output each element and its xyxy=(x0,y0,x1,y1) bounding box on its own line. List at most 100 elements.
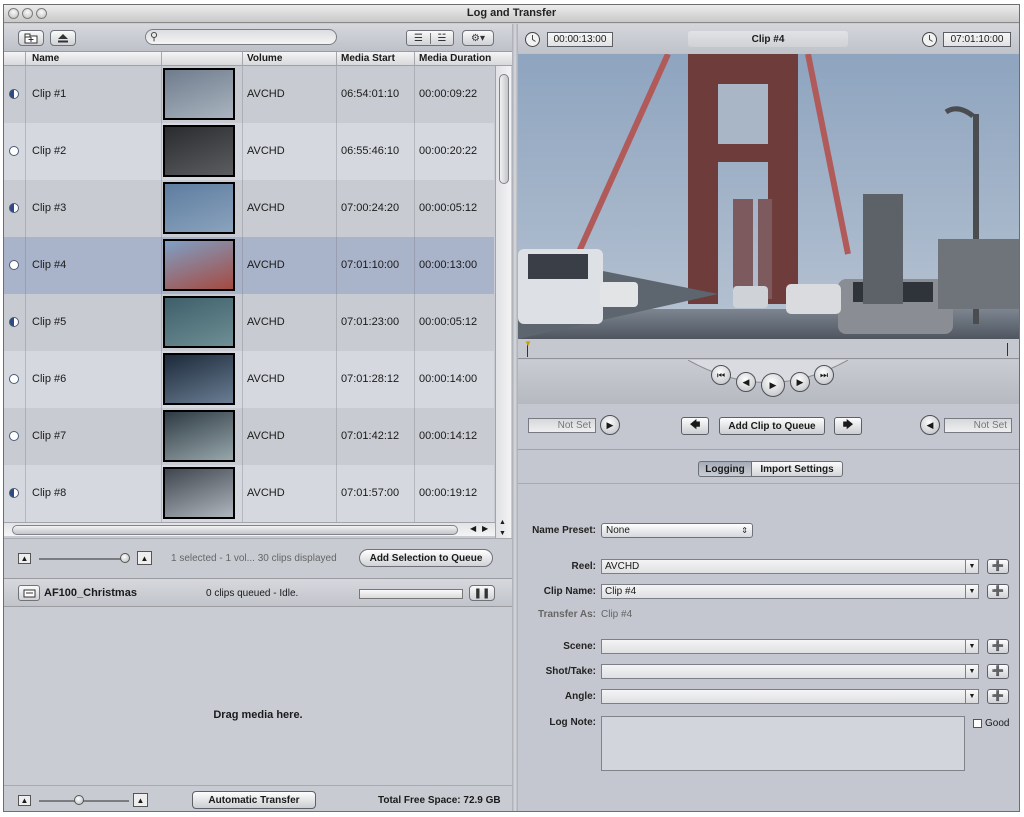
clip-volume: AVCHD xyxy=(247,202,285,214)
pause-button[interactable]: ❚❚ xyxy=(469,585,495,601)
clip-name-value: Clip #4 xyxy=(605,586,637,597)
scene-dropdown-icon[interactable]: ▼ xyxy=(965,640,978,653)
clip-row[interactable]: Clip #5 AVCHD 07:01:23:00 00:00:05:12 xyxy=(4,294,494,351)
transport-controls: ⏮ ◀ ▶ ▶ ⏭ xyxy=(518,360,1019,404)
action-menu-button[interactable]: ⚙▾ xyxy=(462,30,494,46)
thumbnail-size-slider[interactable] xyxy=(39,558,129,560)
scroll-down-arrow-icon[interactable]: ▼ xyxy=(499,530,506,537)
clip-name: Clip #1 xyxy=(32,88,67,100)
automatic-transfer-button[interactable]: Automatic Transfer xyxy=(192,791,316,809)
add-clip-to-queue-button[interactable]: Add Clip to Queue xyxy=(719,417,825,435)
tab-logging[interactable]: Logging xyxy=(698,461,752,477)
duration-timecode[interactable]: 00:00:13:00 xyxy=(547,32,613,47)
column-media-duration[interactable]: Media Duration xyxy=(419,53,491,64)
small-thumbnail-icon[interactable]: ▲ xyxy=(18,553,31,564)
shot-take-add-button[interactable]: ➕ xyxy=(987,664,1009,679)
queue-size-knob[interactable] xyxy=(74,795,84,805)
scene-label: Scene: xyxy=(563,641,596,652)
in-point-field[interactable]: Not Set xyxy=(528,418,596,433)
current-timecode[interactable]: 07:01:10:00 xyxy=(943,32,1011,47)
thumbnail-size-knob[interactable] xyxy=(120,553,130,563)
column-media-start[interactable]: Media Start xyxy=(341,53,395,64)
clip-row[interactable]: Clip #1 AVCHD 06:54:01:10 00:00:09:22 xyxy=(4,66,494,123)
next-frame-button[interactable]: ▶ xyxy=(790,372,810,392)
clip-row[interactable]: Clip #7 AVCHD 07:01:42:12 00:00:14:12 xyxy=(4,408,494,465)
transfer-status-icon xyxy=(9,488,19,498)
search-field[interactable]: ⚲ xyxy=(145,29,337,45)
clip-media-start: 06:54:01:10 xyxy=(341,88,400,100)
tab-import-settings[interactable]: Import Settings xyxy=(751,461,843,477)
scroll-left-arrow-icon[interactable]: ◀ xyxy=(470,524,476,533)
clip-name-dropdown-icon[interactable]: ▼ xyxy=(965,585,978,598)
angle-field[interactable]: ▼ xyxy=(601,689,979,704)
add-selection-to-queue-button[interactable]: Add Selection to Queue xyxy=(359,549,493,567)
play-button[interactable]: ▶ xyxy=(761,373,785,397)
reel-add-button[interactable]: ➕ xyxy=(987,559,1009,574)
column-volume[interactable]: Volume xyxy=(247,53,282,64)
column-name[interactable]: Name xyxy=(32,53,59,64)
scroll-up-arrow-icon[interactable]: ▲ xyxy=(499,519,506,526)
next-clip-button[interactable]: 🡆 xyxy=(834,417,862,435)
queue-size-slider[interactable] xyxy=(39,800,129,802)
name-preset-popup[interactable]: None ⇕ xyxy=(601,523,753,538)
clip-thumbnail xyxy=(163,125,235,177)
queue-small-icon[interactable]: ▲ xyxy=(18,795,31,806)
add-scene-icon: ➕ xyxy=(991,641,1005,652)
mark-out-button[interactable]: ◀ xyxy=(920,415,940,435)
skip-back-icon: ⏮ xyxy=(716,369,726,380)
window-title: Log and Transfer xyxy=(466,7,557,19)
scene-add-button[interactable]: ➕ xyxy=(987,639,1009,654)
log-note-label: Log Note: xyxy=(549,717,596,728)
reel-dropdown-icon[interactable]: ▼ xyxy=(965,560,978,573)
scene-field[interactable]: ▼ xyxy=(601,639,979,654)
clip-media-duration: 00:00:13:00 xyxy=(419,259,478,271)
vertical-scroll-thumb[interactable] xyxy=(499,74,509,184)
clip-volume: AVCHD xyxy=(247,430,285,442)
angle-dropdown-icon[interactable]: ▼ xyxy=(965,690,978,703)
shot-take-dropdown-icon[interactable]: ▼ xyxy=(965,665,978,678)
queue-drop-zone[interactable]: Drag media here. xyxy=(4,607,512,785)
shot-take-field[interactable]: ▼ xyxy=(601,664,979,679)
list-view-icon[interactable]: ☰ xyxy=(407,33,430,44)
view-toggle[interactable]: ☰ ☱ xyxy=(406,30,454,46)
out-point-field[interactable]: Not Set xyxy=(944,418,1012,433)
previous-clip-button[interactable]: 🡄 xyxy=(681,417,709,435)
log-note-field[interactable] xyxy=(601,716,965,771)
log-and-transfer-window: Log and Transfer ⚲ ☰ ☱ ⚙▾ Name Volume Me… xyxy=(3,4,1020,812)
reel-field[interactable]: AVCHD ▼ xyxy=(601,559,979,574)
previous-frame-button[interactable]: ◀ xyxy=(736,372,756,392)
queue-large-icon[interactable]: ▲ xyxy=(133,793,148,807)
go-to-end-button[interactable]: ⏭ xyxy=(814,365,834,385)
go-to-start-button[interactable]: ⏮ xyxy=(711,365,731,385)
large-thumbnail-icon[interactable]: ▲ xyxy=(137,551,152,565)
eject-button[interactable] xyxy=(50,30,76,46)
horizontal-scroll-thumb[interactable] xyxy=(12,525,458,535)
bridge-video-frame xyxy=(518,54,1019,339)
angle-add-button[interactable]: ➕ xyxy=(987,689,1009,704)
clip-name-field[interactable]: Clip #4 ▼ xyxy=(601,584,979,599)
good-checkbox[interactable] xyxy=(973,719,982,728)
step-forward-icon: ▶ xyxy=(796,376,804,387)
project-button[interactable] xyxy=(18,585,40,601)
viewer-pane: 00:00:13:00 Clip #4 07:01:10:00 ▼ ⏮ ◀ ▶ … xyxy=(518,24,1019,811)
browser-pane: ⚲ ☰ ☱ ⚙▾ Name Volume Media Start Media D… xyxy=(4,24,512,811)
outline-view-icon[interactable]: ☱ xyxy=(429,32,453,44)
clip-name-add-button[interactable]: ➕ xyxy=(987,584,1009,599)
playhead-marker-icon[interactable]: ▼ xyxy=(524,339,532,348)
scroll-right-arrow-icon[interactable]: ▶ xyxy=(482,524,488,533)
clip-row[interactable]: Clip #2 AVCHD 06:55:46:10 00:00:20:22 xyxy=(4,123,494,180)
vertical-scrollbar[interactable]: ▲ ▼ xyxy=(495,66,511,540)
clip-media-start: 07:01:28:12 xyxy=(341,373,400,385)
mark-in-button[interactable]: ▶ xyxy=(600,415,620,435)
add-reel-icon: ➕ xyxy=(991,561,1005,572)
clip-thumbnail xyxy=(163,410,235,462)
project-folder-icon xyxy=(23,589,35,598)
clip-row[interactable]: Clip #8 AVCHD 07:01:57:00 00:00:19:12 xyxy=(4,465,494,522)
clip-row[interactable]: Clip #4 AVCHD 07:01:10:00 00:00:13:00 xyxy=(4,237,494,294)
clip-row[interactable]: Clip #6 AVCHD 07:01:28:12 00:00:14:00 xyxy=(4,351,494,408)
horizontal-scrollbar[interactable]: ◀ ▶ xyxy=(4,522,495,536)
add-folder-button[interactable] xyxy=(18,30,44,46)
reel-label: Reel: xyxy=(571,561,596,572)
scrubber-bar[interactable]: ▼ xyxy=(518,339,1019,359)
clip-row[interactable]: Clip #3 AVCHD 07:00:24:20 00:00:05:12 xyxy=(4,180,494,237)
